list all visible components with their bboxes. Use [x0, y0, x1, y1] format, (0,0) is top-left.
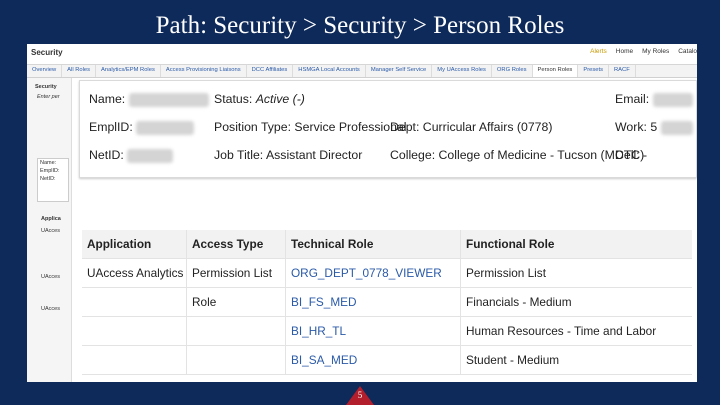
emplid-field: EmplID: [89, 120, 195, 135]
table-row: Role BI_FS_MED Financials - Medium [82, 288, 692, 317]
slide-title: Path: Security > Security > Person Roles [155, 12, 565, 39]
cell: Cell: - [615, 148, 648, 162]
table-row: BI_SA_MED Student - Medium [82, 346, 692, 375]
page-number-marker: 5 [346, 386, 374, 405]
tab-manager-self-service[interactable]: Manager Self Service [366, 65, 433, 77]
email-label: Email: [615, 92, 650, 106]
app-name: Security [31, 48, 63, 57]
name-redacted [128, 92, 209, 107]
cell-technical-role-link[interactable]: BI_FS_MED [286, 288, 357, 316]
cell-access-type: Role [192, 295, 217, 309]
work-redacted [660, 120, 693, 135]
nav-home[interactable]: Home [616, 48, 633, 55]
top-nav: Alerts Home My Roles Catalo [590, 48, 697, 55]
left-panel: Security Enter per Name: EmplID: NetID: … [27, 78, 72, 382]
left-panel-subtitle: Enter per [37, 94, 60, 100]
emplid-label: EmplID: [89, 120, 133, 134]
cell-technical-role-link[interactable]: ORG_DEPT_0778_VIEWER [286, 259, 442, 287]
tab-racf[interactable]: RACF [609, 65, 636, 77]
person-info-card: Name: EmplID: NetID: Status: Active (-) … [79, 80, 697, 178]
tab-bar: Overview All Roles Analytics/EPM Roles A… [27, 65, 697, 78]
left-app-item[interactable]: UAcces [41, 306, 60, 312]
cell-functional-role: Permission List [466, 266, 546, 280]
tab-dcc-affiliates[interactable]: DCC Affiliates [247, 65, 294, 77]
tab-overview[interactable]: Overview [27, 65, 63, 77]
work-partial: 5 [650, 120, 658, 134]
netid-label: NetID: [89, 148, 124, 162]
name-label: Name: [89, 92, 126, 106]
column-divider [460, 230, 461, 375]
nav-catalog[interactable]: Catalo [678, 48, 697, 55]
nav-alerts[interactable]: Alerts [590, 48, 607, 55]
left-field-name: Name: [40, 160, 57, 166]
roles-table: Application Access Type Technical Role F… [82, 230, 692, 382]
column-divider [186, 230, 187, 375]
cell-technical-role-link[interactable]: BI_HR_TL [286, 317, 346, 345]
job-title: Job Title: Assistant Director [214, 148, 363, 162]
col-technical-role: Technical Role [291, 237, 374, 251]
tab-person-roles[interactable]: Person Roles [532, 65, 579, 77]
col-access-type: Access Type [192, 237, 264, 251]
left-panel-title: Security [35, 84, 57, 90]
left-app-item[interactable]: UAcces [41, 274, 60, 280]
status-value: Active (-) [255, 92, 305, 106]
status-field: Status: Active (-) [214, 92, 305, 106]
cell-application: UAccess Analytics [87, 266, 184, 280]
col-functional-role: Functional Role [466, 237, 555, 251]
cell-functional-role: Student - Medium [466, 353, 560, 367]
left-field-netid: NetID: [40, 176, 56, 182]
table-header-row: Application Access Type Technical Role F… [82, 230, 692, 259]
tab-presets[interactable]: Presets [578, 65, 609, 77]
tab-my-uaccess-roles[interactable]: My UAccess Roles [432, 65, 492, 77]
cell-access-type: Permission List [192, 266, 272, 280]
cell-functional-role: Financials - Medium [466, 295, 572, 309]
tab-access-provisioning-liaisons[interactable]: Access Provisioning Liaisons [161, 65, 247, 77]
table-row: BI_HR_TL Human Resources - Time and Labo… [82, 317, 692, 346]
status-label: Status: [214, 92, 253, 106]
col-application: Application [87, 237, 152, 251]
cell-functional-role: Human Resources - Time and Labor [466, 324, 657, 338]
nav-my-roles[interactable]: My Roles [642, 48, 669, 55]
work-field: Work: 5 [615, 120, 693, 135]
cell-technical-role-link[interactable]: BI_SA_MED [286, 346, 357, 374]
emplid-redacted [136, 120, 195, 135]
name-field: Name: [89, 92, 209, 107]
column-divider [285, 230, 286, 375]
left-app-item[interactable]: UAcces [41, 228, 60, 234]
app-topbar: Security Alerts Home My Roles Catalo [27, 44, 697, 65]
security-app-screenshot: Security Alerts Home My Roles Catalo Ove… [27, 44, 697, 382]
college: College: College of Medicine - Tucson (M… [390, 148, 645, 162]
position-type: Position Type: Service Professional [214, 120, 407, 134]
email-field: Email: [615, 92, 693, 107]
netid-field: NetID: [89, 148, 174, 163]
page-number: 5 [357, 390, 363, 400]
tab-hsmga-local-accounts[interactable]: HSMGA Local Accounts [293, 65, 366, 77]
work-label: Work: [615, 120, 647, 134]
tab-analytics-epm-roles[interactable]: Analytics/EPM Roles [96, 65, 161, 77]
email-redacted [652, 92, 693, 107]
netid-redacted [127, 148, 174, 163]
table-row: UAccess Analytics Permission List ORG_DE… [82, 259, 692, 288]
tab-all-roles[interactable]: All Roles [62, 65, 97, 77]
tab-org-roles[interactable]: ORG Roles [492, 65, 533, 77]
left-panel-search-box[interactable]: Name: EmplID: NetID: [37, 158, 69, 202]
dept: Dept: Curricular Affairs (0778) [390, 120, 553, 134]
left-field-emplid: EmplID: [40, 168, 60, 174]
left-app-heading: Applica [41, 216, 61, 222]
